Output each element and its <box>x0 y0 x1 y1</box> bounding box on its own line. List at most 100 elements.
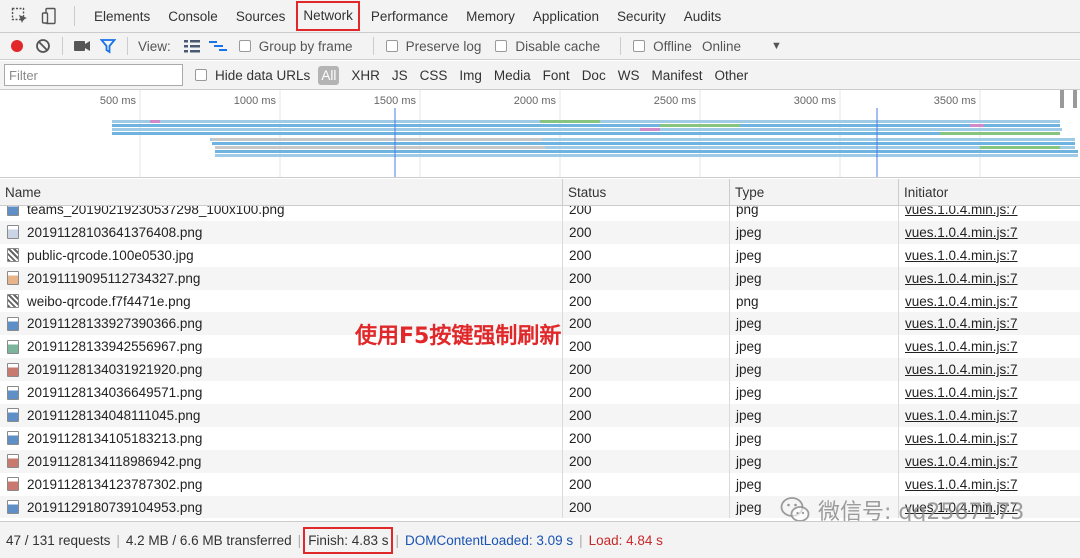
group-by-frame-checkbox[interactable]: Group by frame <box>238 38 353 54</box>
tab-security[interactable]: Security <box>608 0 675 33</box>
large-rows-icon[interactable] <box>179 33 205 60</box>
type-filter-js[interactable]: JS <box>386 68 414 83</box>
initiator-link[interactable]: vues.1.0.4.min.js:7 <box>905 362 1018 377</box>
overview-waterfall-bar <box>215 154 1078 157</box>
record-button[interactable] <box>4 33 30 60</box>
hide-data-urls-checkbox[interactable]: Hide data URLs <box>195 68 310 83</box>
network-overview: 500 ms 1000 ms 1500 ms 2000 ms 2500 ms 3000 m… <box>0 90 1080 178</box>
initiator-link[interactable]: vues.1.0.4.min.js:7 <box>905 225 1018 240</box>
table-row[interactable]: weibo-qrcode.f7f4471e.png 200 png vues.1.0.… <box>0 289 1080 313</box>
cell-initiator: vues.1.0.4.min.js:7 <box>899 221 1080 244</box>
cell-initiator: vues.1.0.4.min.js:7 <box>899 427 1080 450</box>
overview-timeline[interactable]: 500 ms 1000 ms 1500 ms 2000 ms 2500 ms 3000 m… <box>0 90 1080 178</box>
table-row[interactable]: 20191128134036649571.png 200 jpeg vues.1.0.… <box>0 381 1080 405</box>
table-row[interactable]: public-qrcode.100e0530.jpg 200 jpeg vues.1.… <box>0 243 1080 267</box>
request-name: 20191128134036649571.png <box>27 385 203 401</box>
initiator-link[interactable]: vues.1.0.4.min.js:7 <box>905 339 1018 354</box>
toolbar-separator <box>620 37 622 55</box>
overview-tick-label: 2000 ms <box>514 95 557 107</box>
table-row[interactable]: 20191128134123787302.png 200 jpeg vues.1.0.… <box>0 472 1080 496</box>
tab-audits[interactable]: Audits <box>675 0 731 33</box>
type-filter-img[interactable]: Img <box>453 68 488 83</box>
tab-elements[interactable]: Elements <box>85 0 159 33</box>
column-header-name[interactable]: Name <box>0 179 563 205</box>
filter-funnel-icon[interactable] <box>95 33 121 60</box>
overview-waterfall-bar <box>980 146 1060 149</box>
preserve-log-checkbox[interactable]: Preserve log <box>385 39 481 54</box>
inspect-element-icon[interactable] <box>10 6 30 26</box>
table-row[interactable]: 20191128134048111045.png 200 jpeg vues.1.0.… <box>0 404 1080 427</box>
request-name: 20191128133942556967.png <box>27 339 203 355</box>
tab-console[interactable]: Console <box>159 0 227 33</box>
cell-initiator: vues.1.0.4.min.js:7 <box>899 335 1080 358</box>
overview-waterfall-bar <box>212 138 542 141</box>
initiator-link[interactable]: vues.1.0.4.min.js:7 <box>905 454 1018 469</box>
filter-input[interactable] <box>4 64 183 86</box>
overview-range-handle[interactable] <box>1060 90 1064 108</box>
table-row[interactable]: 20191128134118986942.png 200 jpeg vues.1.0.… <box>0 449 1080 473</box>
initiator-link[interactable]: vues.1.0.4.min.js:7 <box>905 294 1018 309</box>
disable-cache-label: Disable cache <box>515 38 601 54</box>
device-toolbar-icon[interactable] <box>40 6 60 26</box>
table-row[interactable]: 20191128134031921920.png 200 jpeg vues.1.0.… <box>0 358 1080 382</box>
cell-type: jpeg <box>730 312 899 336</box>
tab-memory[interactable]: Memory <box>457 0 524 33</box>
overview-range-handle[interactable] <box>1073 90 1077 108</box>
cell-status: 200 <box>563 449 730 473</box>
column-header-initiator[interactable]: Initiator <box>899 179 1080 205</box>
image-file-icon <box>7 225 19 240</box>
view-label: View: <box>138 38 171 54</box>
wechat-logo-icon <box>780 497 810 522</box>
cell-status: 200 <box>563 404 730 427</box>
type-filter-css[interactable]: CSS <box>414 68 454 83</box>
request-name: 20191128134123787302.png <box>27 476 203 492</box>
cell-type: jpeg <box>730 266 899 290</box>
type-filter-all[interactable]: All <box>318 65 340 85</box>
tab-sources[interactable]: Sources <box>227 0 295 33</box>
request-name: 20191128134031921920.png <box>27 362 203 378</box>
column-header-type[interactable]: Type <box>730 179 899 205</box>
cell-name: 20191128103641376408.png <box>0 220 563 244</box>
column-header-status[interactable]: Status <box>563 179 730 205</box>
initiator-link[interactable]: vues.1.0.4.min.js:7 <box>905 431 1018 446</box>
tab-performance[interactable]: Performance <box>362 0 457 33</box>
type-filter-doc[interactable]: Doc <box>576 68 612 83</box>
image-file-icon <box>7 294 19 308</box>
resource-type-filters: All XHR JS CSS Img Media Font Doc WS Manifest Othe… <box>318 65 754 85</box>
cell-status: 200 <box>563 220 730 244</box>
group-by-frame-label: Group by frame <box>258 38 353 54</box>
tab-network[interactable]: Network <box>296 1 360 31</box>
table-row[interactable]: 20191128103641376408.png 200 jpeg vues.1.0.… <box>0 220 1080 244</box>
image-file-icon <box>7 408 19 423</box>
initiator-link[interactable]: vues.1.0.4.min.js:7 <box>905 271 1018 286</box>
type-filter-other[interactable]: Other <box>708 68 754 83</box>
initiator-link[interactable]: vues.1.0.4.min.js:7 <box>905 385 1018 400</box>
disable-cache-checkbox[interactable]: Disable cache <box>495 39 600 54</box>
initiator-link[interactable]: vues.1.0.4.min.js:7 <box>905 477 1018 492</box>
cell-type: jpeg <box>730 243 899 267</box>
request-name: 20191119095112734327.png <box>27 270 201 286</box>
chevron-down-icon[interactable]: ▼ <box>771 40 782 52</box>
dom-content-loaded-time: DOMContentLoaded: 3.09 s <box>405 532 574 548</box>
type-filter-font[interactable]: Font <box>537 68 576 83</box>
initiator-link[interactable]: vues.1.0.4.min.js:7 <box>905 248 1018 263</box>
type-filter-manifest[interactable]: Manifest <box>645 68 708 83</box>
type-filter-ws[interactable]: WS <box>612 68 646 83</box>
screenshot-camera-icon[interactable] <box>69 33 95 60</box>
initiator-link[interactable]: vues.1.0.4.min.js:7 <box>905 408 1018 423</box>
cell-type: png <box>730 289 899 313</box>
overview-waterfall-bar <box>660 124 740 127</box>
table-row[interactable]: 20191128134105183213.png 200 jpeg vues.1.0.… <box>0 426 1080 450</box>
type-filter-xhr[interactable]: XHR <box>345 68 386 83</box>
throttling-select[interactable]: Online <box>702 39 741 54</box>
tab-application[interactable]: Application <box>524 0 608 33</box>
overview-waterfall-bar <box>112 132 980 135</box>
clear-button[interactable] <box>30 33 56 60</box>
table-row[interactable]: 20191119095112734327.png 200 jpeg vues.1.0.… <box>0 266 1080 290</box>
type-filter-media[interactable]: Media <box>488 68 537 83</box>
overview-waterfall-bar <box>215 146 545 149</box>
initiator-link[interactable]: vues.1.0.4.min.js:7 <box>905 316 1018 331</box>
waterfall-overview-icon[interactable] <box>205 33 231 60</box>
image-file-icon <box>7 477 19 492</box>
offline-checkbox[interactable]: Offline <box>633 39 692 54</box>
